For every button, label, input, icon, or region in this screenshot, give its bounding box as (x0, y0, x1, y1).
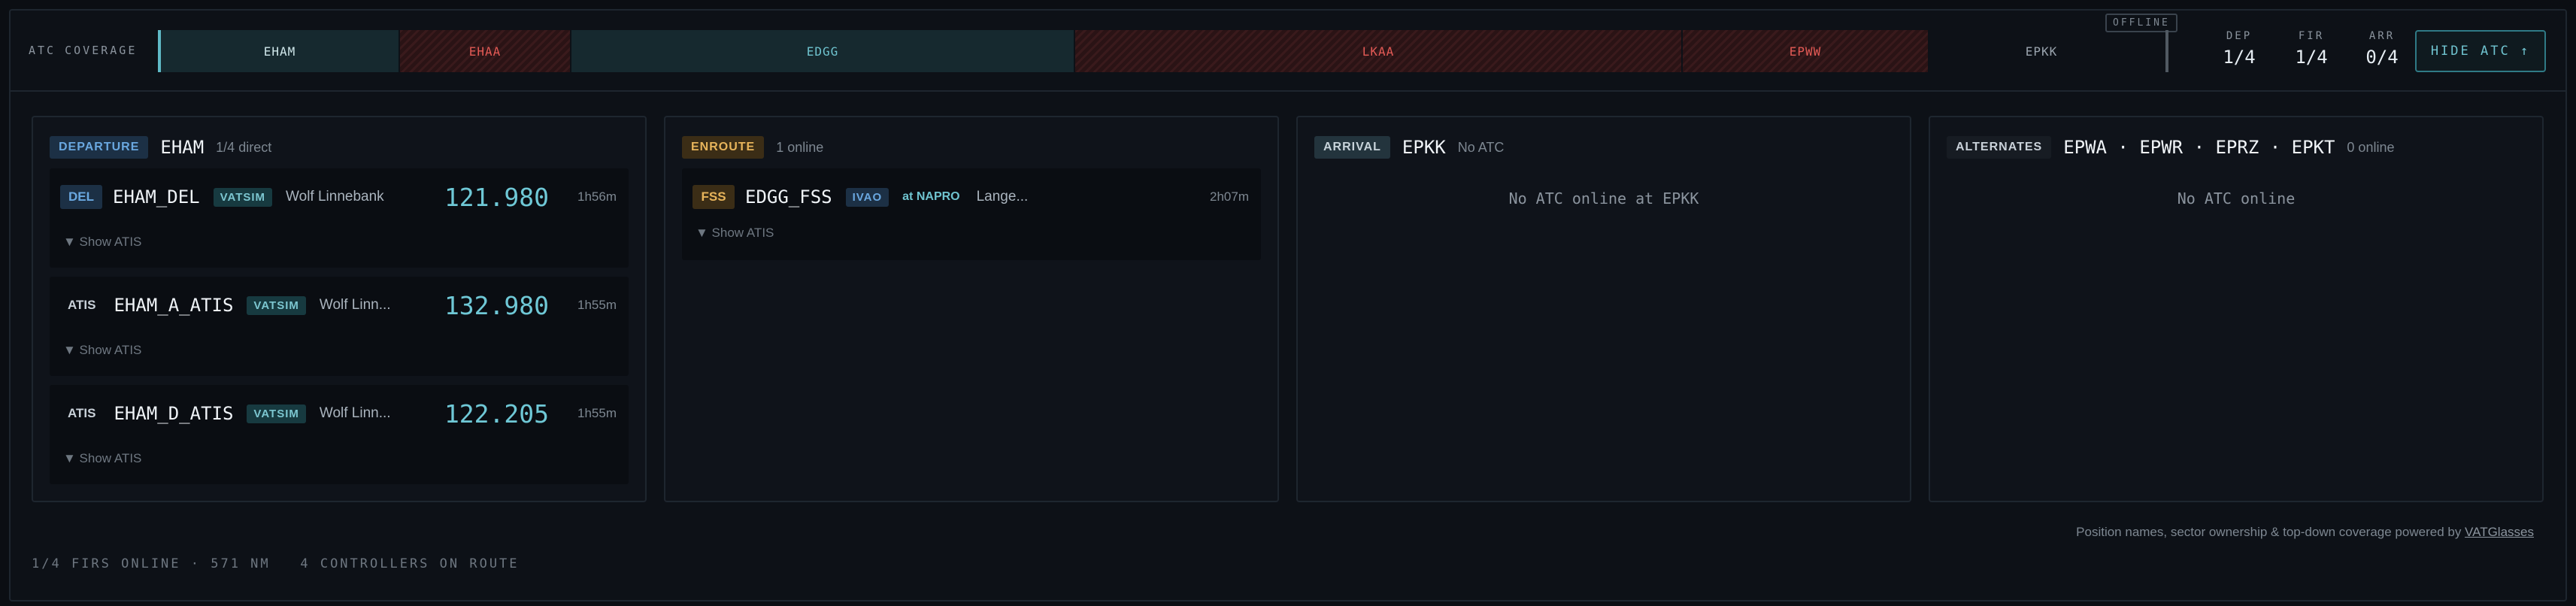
coverage-bar: EHAM EHAA EDGG LKAA EPWW EPKK (158, 30, 2155, 72)
alternates-header: ALTERNATES EPWA · EPWR · EPRZ · EPKT 0 o… (1947, 134, 2394, 161)
controller-card[interactable]: DEL EHAM_DEL VATSIM Wolf Linnebank 121.9… (50, 168, 629, 268)
footer-stats: 1/4 FIRS ONLINE · 571 NM 4 CONTROLLERS O… (32, 556, 520, 571)
network-badge: VATSIM (247, 404, 306, 423)
alternates-empty-message: No ATC online (2177, 189, 2296, 208)
controller-callsign: EDGG_FSS (745, 186, 832, 208)
credit-text: Position names, sector ownership & top-d… (2076, 525, 2465, 539)
alternates-panel: ALTERNATES EPWA · EPWR · EPRZ · EPKT 0 o… (1929, 116, 2544, 502)
controller-card[interactable]: FSS EDGG_FSS IVAO at NAPRO Lange... 2h07… (682, 168, 1261, 260)
position-badge: ATIS (68, 406, 96, 420)
vatglasses-link[interactable]: VATGlasses (2465, 525, 2534, 539)
stat-dep-label: DEP (2226, 30, 2253, 42)
stat-arr-label: ARR (2368, 30, 2396, 42)
stat-fir-label: FIR (2298, 30, 2325, 42)
segment-lkaa[interactable]: LKAA (1075, 30, 1683, 72)
segment-edgg[interactable]: EDGG (571, 30, 1075, 72)
controller-callsign: EHAM_DEL (113, 186, 200, 208)
segment-epww[interactable]: EPWW (1683, 30, 1929, 72)
controller-duration: 2h07m (1210, 189, 1249, 204)
controller-duration: 1h56m (577, 189, 617, 204)
position-badge: FSS (692, 185, 735, 209)
footer-controllers: 4 CONTROLLERS ON ROUTE (300, 556, 520, 571)
arrival-panel: ARRIVAL EPKK No ATC No ATC online at EPK… (1296, 116, 1911, 502)
controller-card[interactable]: ATIS EHAM_D_ATIS VATSIM Wolf Linn... 122… (50, 385, 629, 484)
departure-panel: DEPARTURE EHAM 1/4 direct DEL EHAM_DEL V… (32, 116, 647, 502)
controller-row: FSS EDGG_FSS IVAO at NAPRO Lange... 2h07… (692, 182, 1249, 212)
arrival-sub: No ATC (1457, 139, 1505, 155)
controller-row: ATIS EHAM_D_ATIS VATSIM Wolf Linn... 122… (60, 398, 617, 429)
network-badge: VATSIM (213, 187, 273, 207)
controller-card[interactable]: ATIS EHAM_A_ATIS VATSIM Wolf Linn... 132… (50, 277, 629, 376)
coverage-label: ATC COVERAGE (29, 44, 138, 57)
controller-duration: 1h55m (577, 298, 617, 312)
controller-frequency: 122.205 (444, 398, 550, 429)
controller-row: DEL EHAM_DEL VATSIM Wolf Linnebank 121.9… (60, 182, 617, 212)
stat-fir-value: 1/4 (2295, 47, 2328, 68)
arrival-icao: EPKK (1402, 137, 1446, 158)
controller-name: Wolf Linn... (319, 297, 391, 313)
segment-epkk[interactable]: EPKK (1929, 30, 2155, 72)
controller-row: ATIS EHAM_A_ATIS VATSIM Wolf Linn... 132… (60, 290, 617, 320)
arrival-empty-message: No ATC online at EPKK (1508, 189, 1699, 208)
coverage-header: ATC COVERAGE EHAM EHAA EDGG LKAA EPWW EP… (11, 11, 2565, 92)
segment-ehaa[interactable]: EHAA (400, 30, 571, 72)
show-atis-toggle[interactable]: ▼ Show ATIS (63, 451, 141, 466)
controller-name: Wolf Linn... (319, 405, 391, 421)
alternates-icaos: EPWA · EPWR · EPRZ · EPKT (2063, 137, 2335, 158)
controller-frequency: 132.980 (444, 290, 550, 320)
controller-fix: at NAPRO (902, 190, 960, 203)
credit-line: Position names, sector ownership & top-d… (2076, 525, 2534, 540)
controller-duration: 1h55m (577, 406, 617, 420)
controller-name: Lange... (976, 189, 1029, 205)
stat-arr-value: 0/4 (2365, 47, 2399, 68)
controller-frequency: 121.980 (444, 182, 550, 212)
position-badge: ATIS (68, 298, 96, 312)
enroute-sub: 1 online (776, 139, 824, 155)
segment-eham[interactable]: EHAM (158, 30, 400, 72)
hide-atc-button[interactable]: HIDE ATC ↑ (2415, 30, 2546, 72)
enroute-tag: ENROUTE (682, 136, 765, 159)
show-atis-toggle[interactable]: ▼ Show ATIS (696, 226, 774, 241)
footer-firs: 1/4 FIRS ONLINE · 571 NM (32, 556, 271, 571)
network-badge: IVAO (845, 187, 889, 207)
controller-name: Wolf Linnebank (286, 189, 384, 205)
departure-icao: EHAM (160, 137, 205, 158)
network-badge: VATSIM (247, 295, 306, 315)
stat-fir: FIR 1/4 (2281, 30, 2341, 68)
alternates-tag: ALTERNATES (1947, 136, 2052, 159)
stat-dep: DEP 1/4 (2209, 30, 2269, 68)
coverage-divider (2165, 30, 2168, 72)
stat-arr: ARR 0/4 (2352, 30, 2412, 68)
departure-header: DEPARTURE EHAM 1/4 direct (50, 134, 271, 161)
show-atis-toggle[interactable]: ▼ Show ATIS (63, 235, 141, 250)
atc-coverage-widget: ATC COVERAGE EHAM EHAA EDGG LKAA EPWW EP… (9, 9, 2567, 601)
enroute-panel: ENROUTE 1 online FSS EDGG_FSS IVAO at NA… (664, 116, 1279, 502)
enroute-header: ENROUTE 1 online (682, 134, 823, 161)
departure-sub: 1/4 direct (216, 139, 272, 155)
arrival-header: ARRIVAL EPKK No ATC (1314, 134, 1504, 161)
controller-callsign: EHAM_D_ATIS (114, 403, 234, 424)
position-badge: DEL (60, 185, 102, 209)
alternates-sub: 0 online (2347, 139, 2395, 155)
stat-dep-value: 1/4 (2223, 47, 2256, 68)
arrival-tag: ARRIVAL (1314, 136, 1390, 159)
controller-callsign: EHAM_A_ATIS (114, 295, 234, 316)
show-atis-toggle[interactable]: ▼ Show ATIS (63, 343, 141, 358)
departure-tag: DEPARTURE (50, 136, 149, 159)
